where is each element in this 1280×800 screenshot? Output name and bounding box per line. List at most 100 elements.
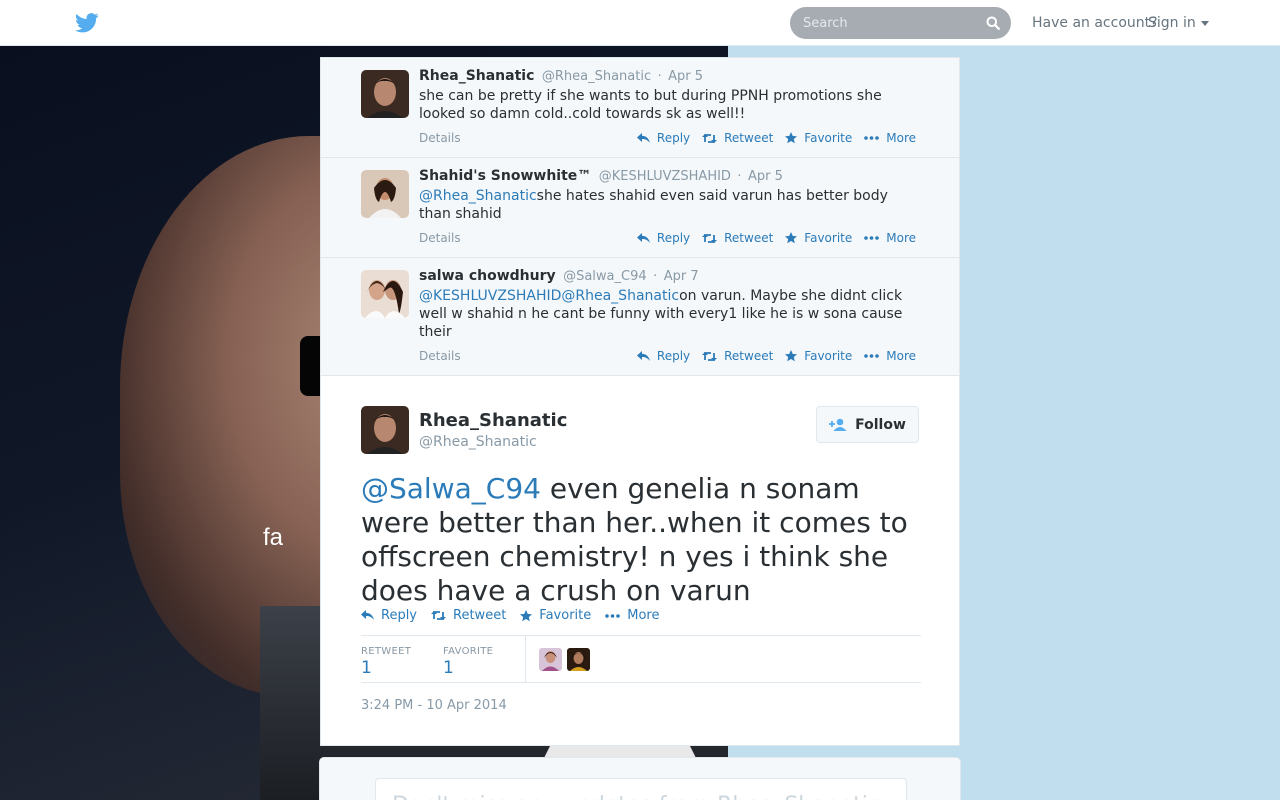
tweet-author-username[interactable]: @Salwa_C94 (563, 269, 647, 284)
more-button[interactable]: More (864, 231, 916, 245)
retweet-icon (702, 351, 718, 361)
signup-prompt-panel: Don't miss any updates from Rhea_Shanati… (319, 757, 961, 800)
more-dots-icon (605, 613, 621, 618)
retweet-icon (702, 133, 718, 143)
main-tweet-text: @Salwa_C94 even genelia n sonam were bet… (361, 472, 931, 608)
retweet-button[interactable]: Retweet (702, 231, 773, 245)
separator-dot: · (737, 169, 742, 184)
search-icon[interactable] (986, 16, 1000, 30)
mention-link[interactable]: @Rhea_Shanatic (561, 288, 679, 304)
tweet-author-username[interactable]: @Rhea_Shanatic (419, 434, 537, 450)
tweet-author-name[interactable]: Shahid's Snowwhite™ (419, 168, 591, 184)
favorite-label: Favorite (804, 231, 853, 245)
reply-button[interactable]: Reply (636, 231, 691, 245)
more-button[interactable]: More (864, 349, 916, 363)
tweet-text: she can be pretty if she wants to but du… (419, 88, 882, 122)
retweet-button[interactable]: Retweet (702, 131, 773, 145)
reply-button[interactable]: Reply (636, 349, 691, 363)
favorite-button[interactable]: Favorite (785, 349, 852, 363)
avatar[interactable] (567, 648, 590, 671)
tweet-author-name[interactable]: Rhea_Shanatic (419, 68, 534, 84)
reply-icon (636, 350, 650, 361)
retweet-stat-label: RETWEET (361, 646, 412, 657)
details-link[interactable]: Details (419, 131, 461, 145)
tweet-time[interactable]: Apr 7 (664, 269, 699, 284)
avatar[interactable] (361, 170, 409, 218)
details-link[interactable]: Details (419, 349, 461, 363)
favorite-stat[interactable]: FAVORITE 1 (443, 646, 493, 678)
reply-button[interactable]: Reply (361, 608, 417, 623)
reply-label: Reply (656, 231, 691, 245)
mention-link[interactable]: @Salwa_C94 (361, 472, 541, 505)
mention-link[interactable]: @Rhea_Shanatic (419, 188, 537, 204)
follow-button[interactable]: Follow (816, 406, 919, 443)
tweet-permalink-panel: Rhea_Shanatic @Rhea_Shanatic · Apr 5 she… (320, 57, 960, 746)
tweet-stats: RETWEET 1 FAVORITE 1 (361, 635, 921, 683)
star-icon (785, 132, 798, 144)
retweet-label: Retweet (724, 131, 774, 145)
more-label: More (886, 131, 916, 145)
favorite-label: Favorite (804, 131, 853, 145)
retweet-button[interactable]: Retweet (431, 608, 506, 623)
retweet-icon (431, 611, 447, 620)
star-icon (785, 350, 798, 362)
favorite-label: Favorite (539, 608, 592, 623)
mention-link[interactable]: @KESHLUVZSHAHID (419, 288, 561, 304)
favorite-label: Favorite (804, 349, 853, 363)
retweet-stat[interactable]: RETWEET 1 (361, 646, 411, 678)
add-user-icon (829, 418, 847, 431)
signup-prompt-text: Don't miss any updates from Rhea_Shanati… (375, 778, 907, 800)
reply-icon (636, 232, 650, 243)
favorite-button[interactable]: Favorite (785, 131, 852, 145)
tweet-time[interactable]: Apr 5 (748, 169, 783, 184)
retweet-label: Retweet (724, 349, 774, 363)
details-link[interactable]: Details (419, 231, 461, 245)
tweet-author-username[interactable]: @KESHLUVZSHAHID (599, 169, 731, 184)
tweet-timestamp[interactable]: 3:24 PM - 10 Apr 2014 (361, 698, 507, 713)
separator-dot: · (653, 269, 658, 284)
tweet-time[interactable]: Apr 5 (668, 69, 703, 84)
stats-divider (525, 636, 526, 682)
avatar[interactable] (361, 70, 409, 118)
favorite-count: 1 (443, 658, 454, 678)
tweet-author-username[interactable]: @Rhea_Shanatic (542, 69, 651, 84)
more-button[interactable]: More (864, 131, 916, 145)
star-icon (520, 609, 533, 621)
search-input[interactable] (790, 7, 1011, 39)
tweet-text: @KESHLUVZSHAHID@Rhea_Shanaticon varun. M… (419, 287, 919, 341)
more-label: More (886, 349, 916, 363)
background-overlay-text: fa (263, 524, 284, 551)
tweet-text: @Rhea_Shanaticshe hates shahid even said… (419, 187, 919, 223)
retweet-count: 1 (361, 658, 372, 678)
reply-tweet[interactable]: salwa chowdhury @Salwa_C94 · Apr 7 @KESH… (321, 258, 959, 376)
sign-in-dropdown[interactable]: Sign in (1148, 15, 1209, 31)
twitter-bird-icon[interactable] (75, 13, 99, 33)
more-label: More (886, 231, 916, 245)
avatar[interactable] (539, 648, 562, 671)
reply-tweet[interactable]: Rhea_Shanatic @Rhea_Shanatic · Apr 5 she… (321, 58, 959, 158)
main-tweet-actions: Reply Retweet Favorite More (361, 608, 673, 623)
reply-button[interactable]: Reply (636, 131, 691, 145)
reply-label: Reply (656, 349, 691, 363)
caret-down-icon (1200, 20, 1209, 26)
favorite-button[interactable]: Favorite (785, 231, 852, 245)
reply-icon (636, 132, 650, 143)
avatar[interactable] (361, 406, 409, 454)
separator-dot: · (657, 69, 662, 84)
more-button[interactable]: More (605, 608, 659, 623)
retweet-icon (702, 233, 718, 243)
reply-icon (361, 610, 374, 620)
sign-in-label: Sign in (1148, 15, 1196, 31)
reply-tweet[interactable]: Shahid's Snowwhite™ @KESHLUVZSHAHID · Ap… (321, 158, 959, 258)
favorite-stat-label: FAVORITE (443, 646, 494, 657)
follow-label: Follow (855, 416, 906, 433)
tweet-author-name[interactable]: salwa chowdhury (419, 268, 556, 284)
more-dots-icon (864, 136, 880, 140)
main-tweet: Rhea_Shanatic @Rhea_Shanatic Follow @Sal… (321, 376, 959, 607)
reply-label: Reply (656, 131, 691, 145)
retweet-button[interactable]: Retweet (702, 349, 773, 363)
reply-label: Reply (381, 608, 418, 623)
favorite-button[interactable]: Favorite (520, 608, 591, 623)
avatar[interactable] (361, 270, 409, 318)
tweet-author-name[interactable]: Rhea_Shanatic (419, 410, 567, 431)
